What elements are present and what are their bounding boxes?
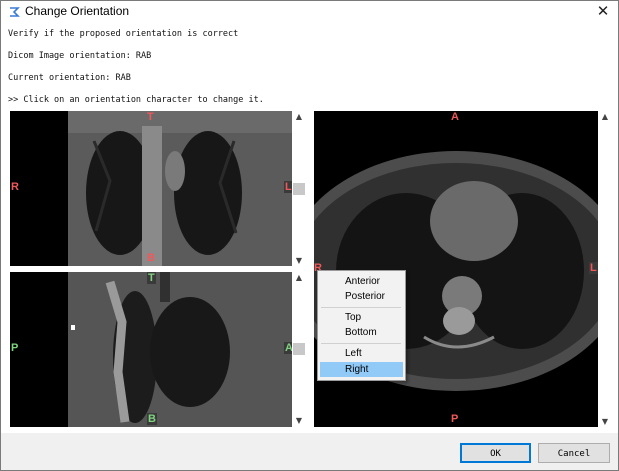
close-button[interactable]: ✕ [588, 1, 618, 23]
close-icon: ✕ [596, 2, 610, 20]
axial-top-label[interactable]: A [451, 111, 459, 123]
title-bar: Change Orientation ✕ [1, 1, 618, 23]
sagittal-viewer[interactable]: T B P A [10, 272, 292, 427]
window-title: Change Orientation [25, 4, 130, 18]
menu-item-top[interactable]: Top [318, 310, 405, 325]
coronal-ct-image [68, 111, 292, 266]
orientation-context-menu: Anterior Posterior Top Bottom Left Right [317, 270, 406, 381]
coronal-scroll-up-icon[interactable]: ▲ [294, 112, 304, 122]
current-orientation-text: Current orientation: RAB [8, 73, 131, 83]
ok-button[interactable]: OK [460, 443, 531, 463]
instruction-text: >> Click on an orientation character to … [8, 95, 264, 105]
sagittal-right-label[interactable]: A [284, 342, 292, 354]
sagittal-left-label[interactable]: P [11, 342, 18, 354]
sagittal-scroll-up-icon[interactable]: ▲ [294, 273, 304, 283]
app-icon [10, 7, 20, 17]
change-orientation-dialog: Change Orientation ✕ Verify if the propo… [0, 0, 619, 471]
menu-item-posterior[interactable]: Posterior [318, 289, 405, 304]
dicom-orientation-text: Dicom Image orientation: RAB [8, 51, 152, 61]
coronal-top-label[interactable]: T [147, 111, 154, 123]
menu-separator [321, 307, 401, 308]
coronal-right-label[interactable]: L [284, 181, 292, 193]
menu-item-left[interactable]: Left [318, 346, 405, 361]
menu-item-anterior[interactable]: Anterior [318, 274, 405, 289]
coronal-left-label[interactable]: R [11, 181, 19, 193]
axial-scroll-down-icon[interactable]: ▼ [600, 417, 610, 427]
menu-item-right[interactable]: Right [320, 362, 403, 377]
axial-scroll-up-icon[interactable]: ▲ [600, 112, 610, 122]
axial-right-label[interactable]: L [589, 262, 598, 274]
verify-message: Verify if the proposed orientation is co… [8, 29, 239, 39]
coronal-bottom-label[interactable]: B [147, 252, 155, 264]
axial-bottom-label[interactable]: P [451, 413, 458, 425]
coronal-scroll-down-icon[interactable]: ▼ [294, 256, 304, 266]
menu-item-bottom[interactable]: Bottom [318, 325, 405, 340]
dialog-body: Verify if the proposed orientation is co… [1, 23, 618, 433]
sagittal-ct-image [68, 272, 292, 427]
cancel-button[interactable]: Cancel [538, 443, 610, 463]
sagittal-top-label[interactable]: T [147, 272, 156, 284]
sagittal-bottom-label[interactable]: B [147, 413, 157, 425]
sagittal-scroll-down-icon[interactable]: ▼ [294, 416, 304, 426]
dialog-footer: OK Cancel [1, 433, 618, 470]
menu-separator [321, 343, 401, 344]
coronal-viewer[interactable]: T B R L [10, 111, 292, 266]
sagittal-scroll-thumb[interactable] [293, 343, 305, 355]
coronal-scroll-thumb[interactable] [293, 183, 305, 195]
